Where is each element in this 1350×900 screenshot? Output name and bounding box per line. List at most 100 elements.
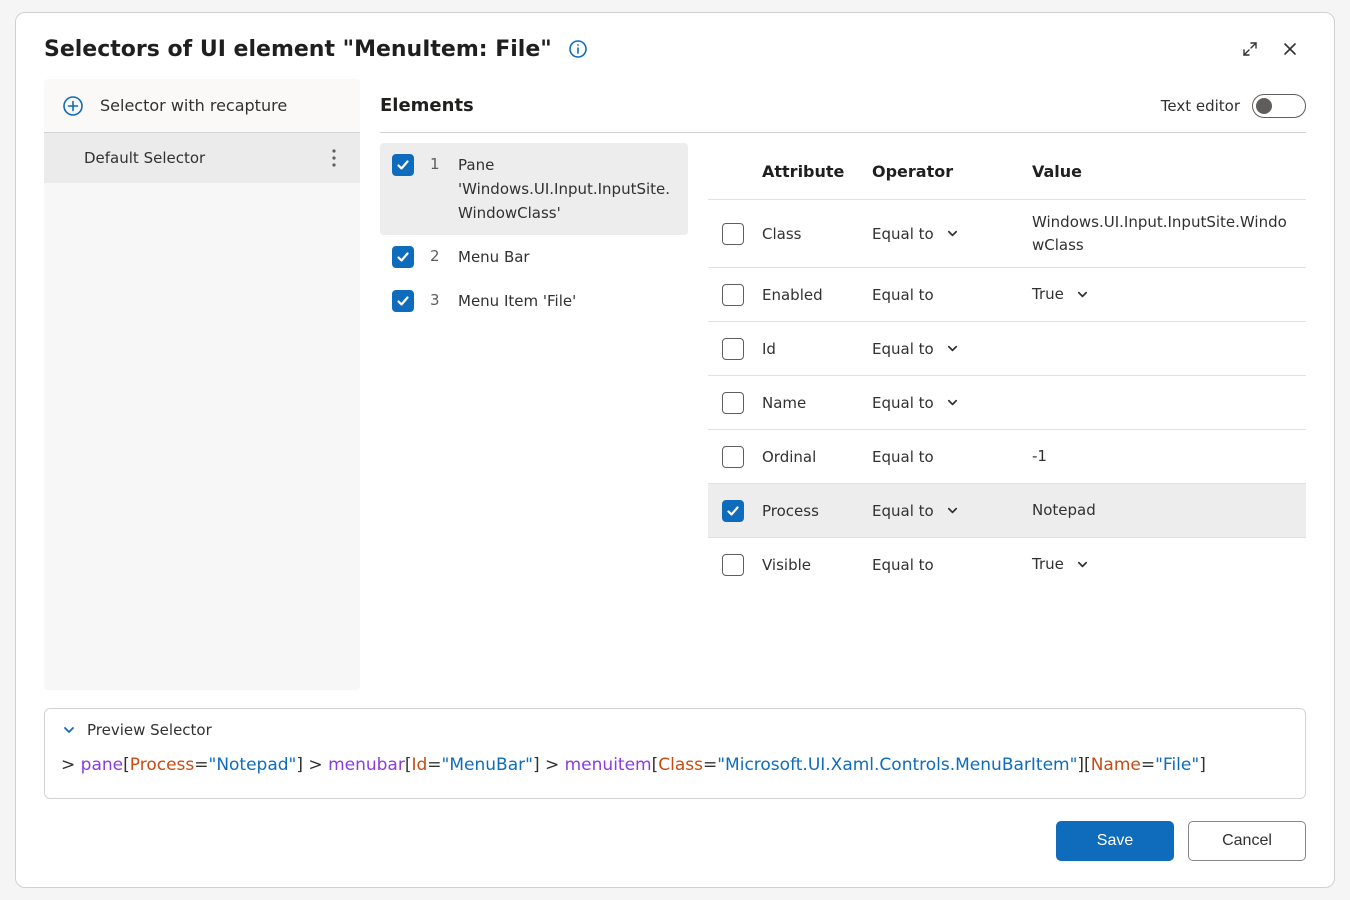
sidebar-selector-item[interactable]: Default Selector <box>44 133 360 183</box>
attribute-row[interactable]: ClassEqual toWindows.UI.Input.InputSite.… <box>708 199 1306 267</box>
chevron-down-icon[interactable] <box>1076 288 1090 302</box>
preview-token: Class <box>658 755 703 775</box>
preview-token: = <box>1141 755 1155 775</box>
attribute-row[interactable]: OrdinalEqual to-1 <box>708 429 1306 483</box>
element-checkbox[interactable] <box>392 154 414 176</box>
add-selector-button[interactable]: Selector with recapture <box>44 79 360 133</box>
preview-token: "Notepad" <box>209 755 297 775</box>
preview-panel: Preview Selector > pane[Process="Notepad… <box>44 708 1306 799</box>
element-checkbox[interactable] <box>392 246 414 268</box>
dialog-body: Selector with recapture Default Selector… <box>16 79 1334 696</box>
element-name: Pane 'Windows.UI.Input.InputSite.WindowC… <box>458 153 676 225</box>
chevron-down-icon[interactable] <box>1076 558 1090 572</box>
attribute-value[interactable]: -1 <box>1032 445 1292 468</box>
element-row[interactable]: 2 Menu Bar <box>380 235 688 279</box>
chevron-down-icon[interactable] <box>946 396 960 410</box>
expand-icon[interactable] <box>1234 33 1266 65</box>
elements-title: Elements <box>380 95 474 116</box>
save-button[interactable]: Save <box>1056 821 1174 861</box>
attribute-operator[interactable]: Equal to <box>872 340 1032 358</box>
preview-token: Id <box>411 755 427 775</box>
attribute-checkbox[interactable] <box>722 392 744 414</box>
preview-toggle[interactable]: Preview Selector <box>61 721 1289 739</box>
chevron-down-icon[interactable] <box>946 227 960 241</box>
attribute-value[interactable]: True <box>1032 283 1292 306</box>
attribute-row[interactable]: VisibleEqual toTrue <box>708 537 1306 591</box>
element-index: 1 <box>430 155 442 173</box>
toggle-knob <box>1256 98 1272 114</box>
col-operator: Operator <box>872 162 1032 181</box>
element-index: 3 <box>430 291 442 309</box>
attribute-name: Enabled <box>762 286 872 304</box>
chevron-down-icon[interactable] <box>946 342 960 356</box>
attribute-row[interactable]: ProcessEqual toNotepad <box>708 483 1306 537</box>
sidebar-item-label: Default Selector <box>84 149 320 167</box>
dialog-title: Selectors of UI element "MenuItem: File" <box>44 37 552 62</box>
attribute-checkbox[interactable] <box>722 554 744 576</box>
plus-circle-icon <box>62 95 84 117</box>
attribute-row[interactable]: IdEqual to <box>708 321 1306 375</box>
attribute-checkbox[interactable] <box>722 284 744 306</box>
element-row[interactable]: 1 Pane 'Windows.UI.Input.InputSite.Window… <box>380 143 688 235</box>
text-editor-toggle[interactable] <box>1252 94 1306 118</box>
element-row[interactable]: 3 Menu Item 'File' <box>380 279 688 323</box>
attribute-checkbox[interactable] <box>722 500 744 522</box>
attribute-value[interactable]: Notepad <box>1032 499 1292 522</box>
attribute-checkbox[interactable] <box>722 338 744 360</box>
attribute-name: Class <box>762 225 872 243</box>
cancel-button[interactable]: Cancel <box>1188 821 1306 861</box>
col-value: Value <box>1032 162 1292 181</box>
selectors-list: Default Selector <box>44 133 360 690</box>
add-selector-label: Selector with recapture <box>100 96 287 115</box>
attribute-operator[interactable]: Equal to <box>872 448 1032 466</box>
preview-token: Name <box>1091 755 1141 775</box>
attribute-name: Ordinal <box>762 448 872 466</box>
attribute-operator[interactable]: Equal to <box>872 556 1032 574</box>
attribute-checkbox[interactable] <box>722 223 744 245</box>
attribute-operator[interactable]: Equal to <box>872 394 1032 412</box>
attribute-row[interactable]: NameEqual to <box>708 375 1306 429</box>
preview-label: Preview Selector <box>87 721 212 739</box>
close-icon[interactable] <box>1274 33 1306 65</box>
attribute-operator[interactable]: Equal to <box>872 286 1032 304</box>
attribute-value[interactable]: True <box>1032 553 1292 576</box>
element-name: Menu Item 'File' <box>458 289 576 313</box>
preview-token: [ <box>1084 755 1091 775</box>
preview-token: "MenuBar" <box>442 755 533 775</box>
attribute-operator[interactable]: Equal to <box>872 225 1032 243</box>
attribute-value[interactable]: Windows.UI.Input.InputSite.WindowClass <box>1032 211 1292 256</box>
preview-token: menuitem <box>565 755 652 775</box>
attribute-name: Name <box>762 394 872 412</box>
text-editor-toggle-wrap: Text editor <box>1161 94 1306 118</box>
element-index: 2 <box>430 247 442 265</box>
preview-token: ] > <box>296 755 328 775</box>
element-name: Menu Bar <box>458 245 530 269</box>
dialog-header: Selectors of UI element "MenuItem: File" <box>16 13 1334 79</box>
columns: 1 Pane 'Windows.UI.Input.InputSite.Window… <box>380 133 1306 690</box>
info-icon[interactable] <box>568 39 588 59</box>
attribute-row[interactable]: EnabledEqual toTrue <box>708 267 1306 321</box>
preview-token: > <box>61 755 81 775</box>
preview-token: pane <box>81 755 123 775</box>
selectors-sidebar: Selector with recapture Default Selector <box>44 79 360 690</box>
preview-token: "Microsoft.UI.Xaml.Controls.MenuBarItem" <box>717 755 1077 775</box>
selector-builder-dialog: Selectors of UI element "MenuItem: File" <box>15 12 1335 888</box>
preview-token: menubar <box>328 755 405 775</box>
preview-token: Process <box>130 755 195 775</box>
text-editor-label: Text editor <box>1161 97 1240 115</box>
attribute-name: Process <box>762 502 872 520</box>
attribute-operator[interactable]: Equal to <box>872 502 1032 520</box>
preview-token: = <box>194 755 208 775</box>
preview-token: [ <box>123 755 130 775</box>
element-checkbox[interactable] <box>392 290 414 312</box>
elements-list: 1 Pane 'Windows.UI.Input.InputSite.Window… <box>380 143 688 690</box>
dialog-footer: Save Cancel <box>16 799 1334 887</box>
attribute-name: Visible <box>762 556 872 574</box>
more-options-icon[interactable] <box>320 144 348 172</box>
attribute-checkbox[interactable] <box>722 446 744 468</box>
attribute-name: Id <box>762 340 872 358</box>
attributes-table: Attribute Operator Value ClassEqual toWi… <box>708 143 1306 690</box>
chevron-down-icon <box>61 722 77 738</box>
preview-token: "File" <box>1155 755 1199 775</box>
chevron-down-icon[interactable] <box>946 504 960 518</box>
